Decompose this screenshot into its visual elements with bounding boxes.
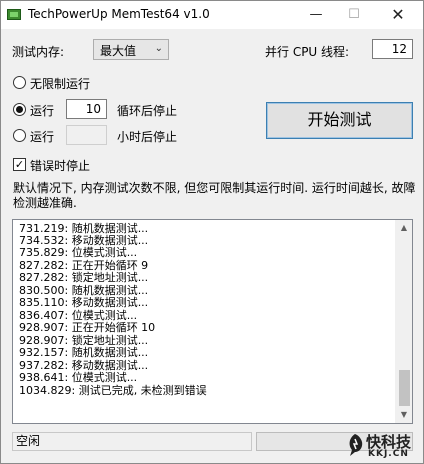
loops-suffix-label: 循环后停止: [117, 104, 178, 118]
log-output[interactable]: 731.219: 随机数据测试... 734.532: 移动数据测试... 73…: [12, 219, 413, 424]
watermark-logo-icon: [349, 434, 363, 456]
hours-suffix-label: 小时后停止: [117, 130, 178, 144]
main-window: TechPowerUp MemTest64 v1.0 — ☐ ✕ 测试内存: 最…: [0, 0, 424, 464]
scroll-down-icon[interactable]: ▼: [396, 407, 412, 423]
stop-on-error-label: 错误时停止: [30, 159, 91, 173]
loops-input[interactable]: 10: [66, 99, 107, 119]
hours-input[interactable]: [66, 125, 107, 145]
log-line: 827.282: 锁定地址测试...: [19, 271, 149, 284]
watermark-sub-text: KKJ.CN: [368, 449, 409, 459]
radio-loops[interactable]: [13, 103, 26, 116]
threads-input[interactable]: 12: [372, 39, 413, 59]
log-line: 938.641: 位模式测试...: [19, 371, 138, 384]
window-title: TechPowerUp MemTest64 v1.0: [28, 7, 210, 21]
maximize-icon[interactable]: ☐: [337, 1, 371, 29]
radio-loops-label: 运行: [30, 104, 55, 118]
log-line: 735.829: 位模式测试...: [19, 246, 138, 259]
memory-label: 测试内存:: [12, 45, 65, 59]
scroll-up-icon[interactable]: ▲: [396, 220, 412, 236]
memory-chip-icon: [7, 9, 21, 20]
log-line: 1034.829: 测试已完成, 未检测到错误: [19, 384, 207, 397]
memory-select[interactable]: 最大值 ⌄: [93, 39, 169, 60]
scrollbar-thumb[interactable]: [399, 370, 410, 406]
radio-unlimited[interactable]: [13, 76, 26, 89]
chevron-down-icon: ⌄: [154, 43, 163, 54]
start-test-button[interactable]: 开始测试: [266, 102, 413, 139]
status-field: 空闲: [12, 432, 252, 451]
description-text: 默认情况下, 内存测试次数不限, 但您可限制其运行时间. 运行时间越长, 故障检…: [13, 181, 416, 210]
close-icon[interactable]: ✕: [381, 1, 415, 29]
log-scrollbar[interactable]: ▲ ▼: [395, 220, 412, 423]
memory-select-value: 最大值: [100, 44, 137, 58]
log-line: 932.157: 随机数据测试...: [19, 346, 149, 359]
radio-unlimited-label: 无限制运行: [30, 77, 91, 91]
threads-label: 并行 CPU 线程:: [265, 45, 350, 59]
title-bar[interactable]: TechPowerUp MemTest64 v1.0 — ☐ ✕: [1, 1, 423, 29]
stop-on-error-checkbox[interactable]: ✓: [13, 158, 26, 171]
watermark: 快科技 KKJ.CN: [346, 431, 421, 463]
log-line: 835.110: 移动数据测试...: [19, 296, 149, 309]
radio-hours[interactable]: [13, 129, 26, 142]
log-line: 928.907: 正在开始循环 10: [19, 321, 156, 334]
radio-hours-label: 运行: [30, 130, 55, 144]
minimize-icon[interactable]: —: [299, 1, 333, 29]
